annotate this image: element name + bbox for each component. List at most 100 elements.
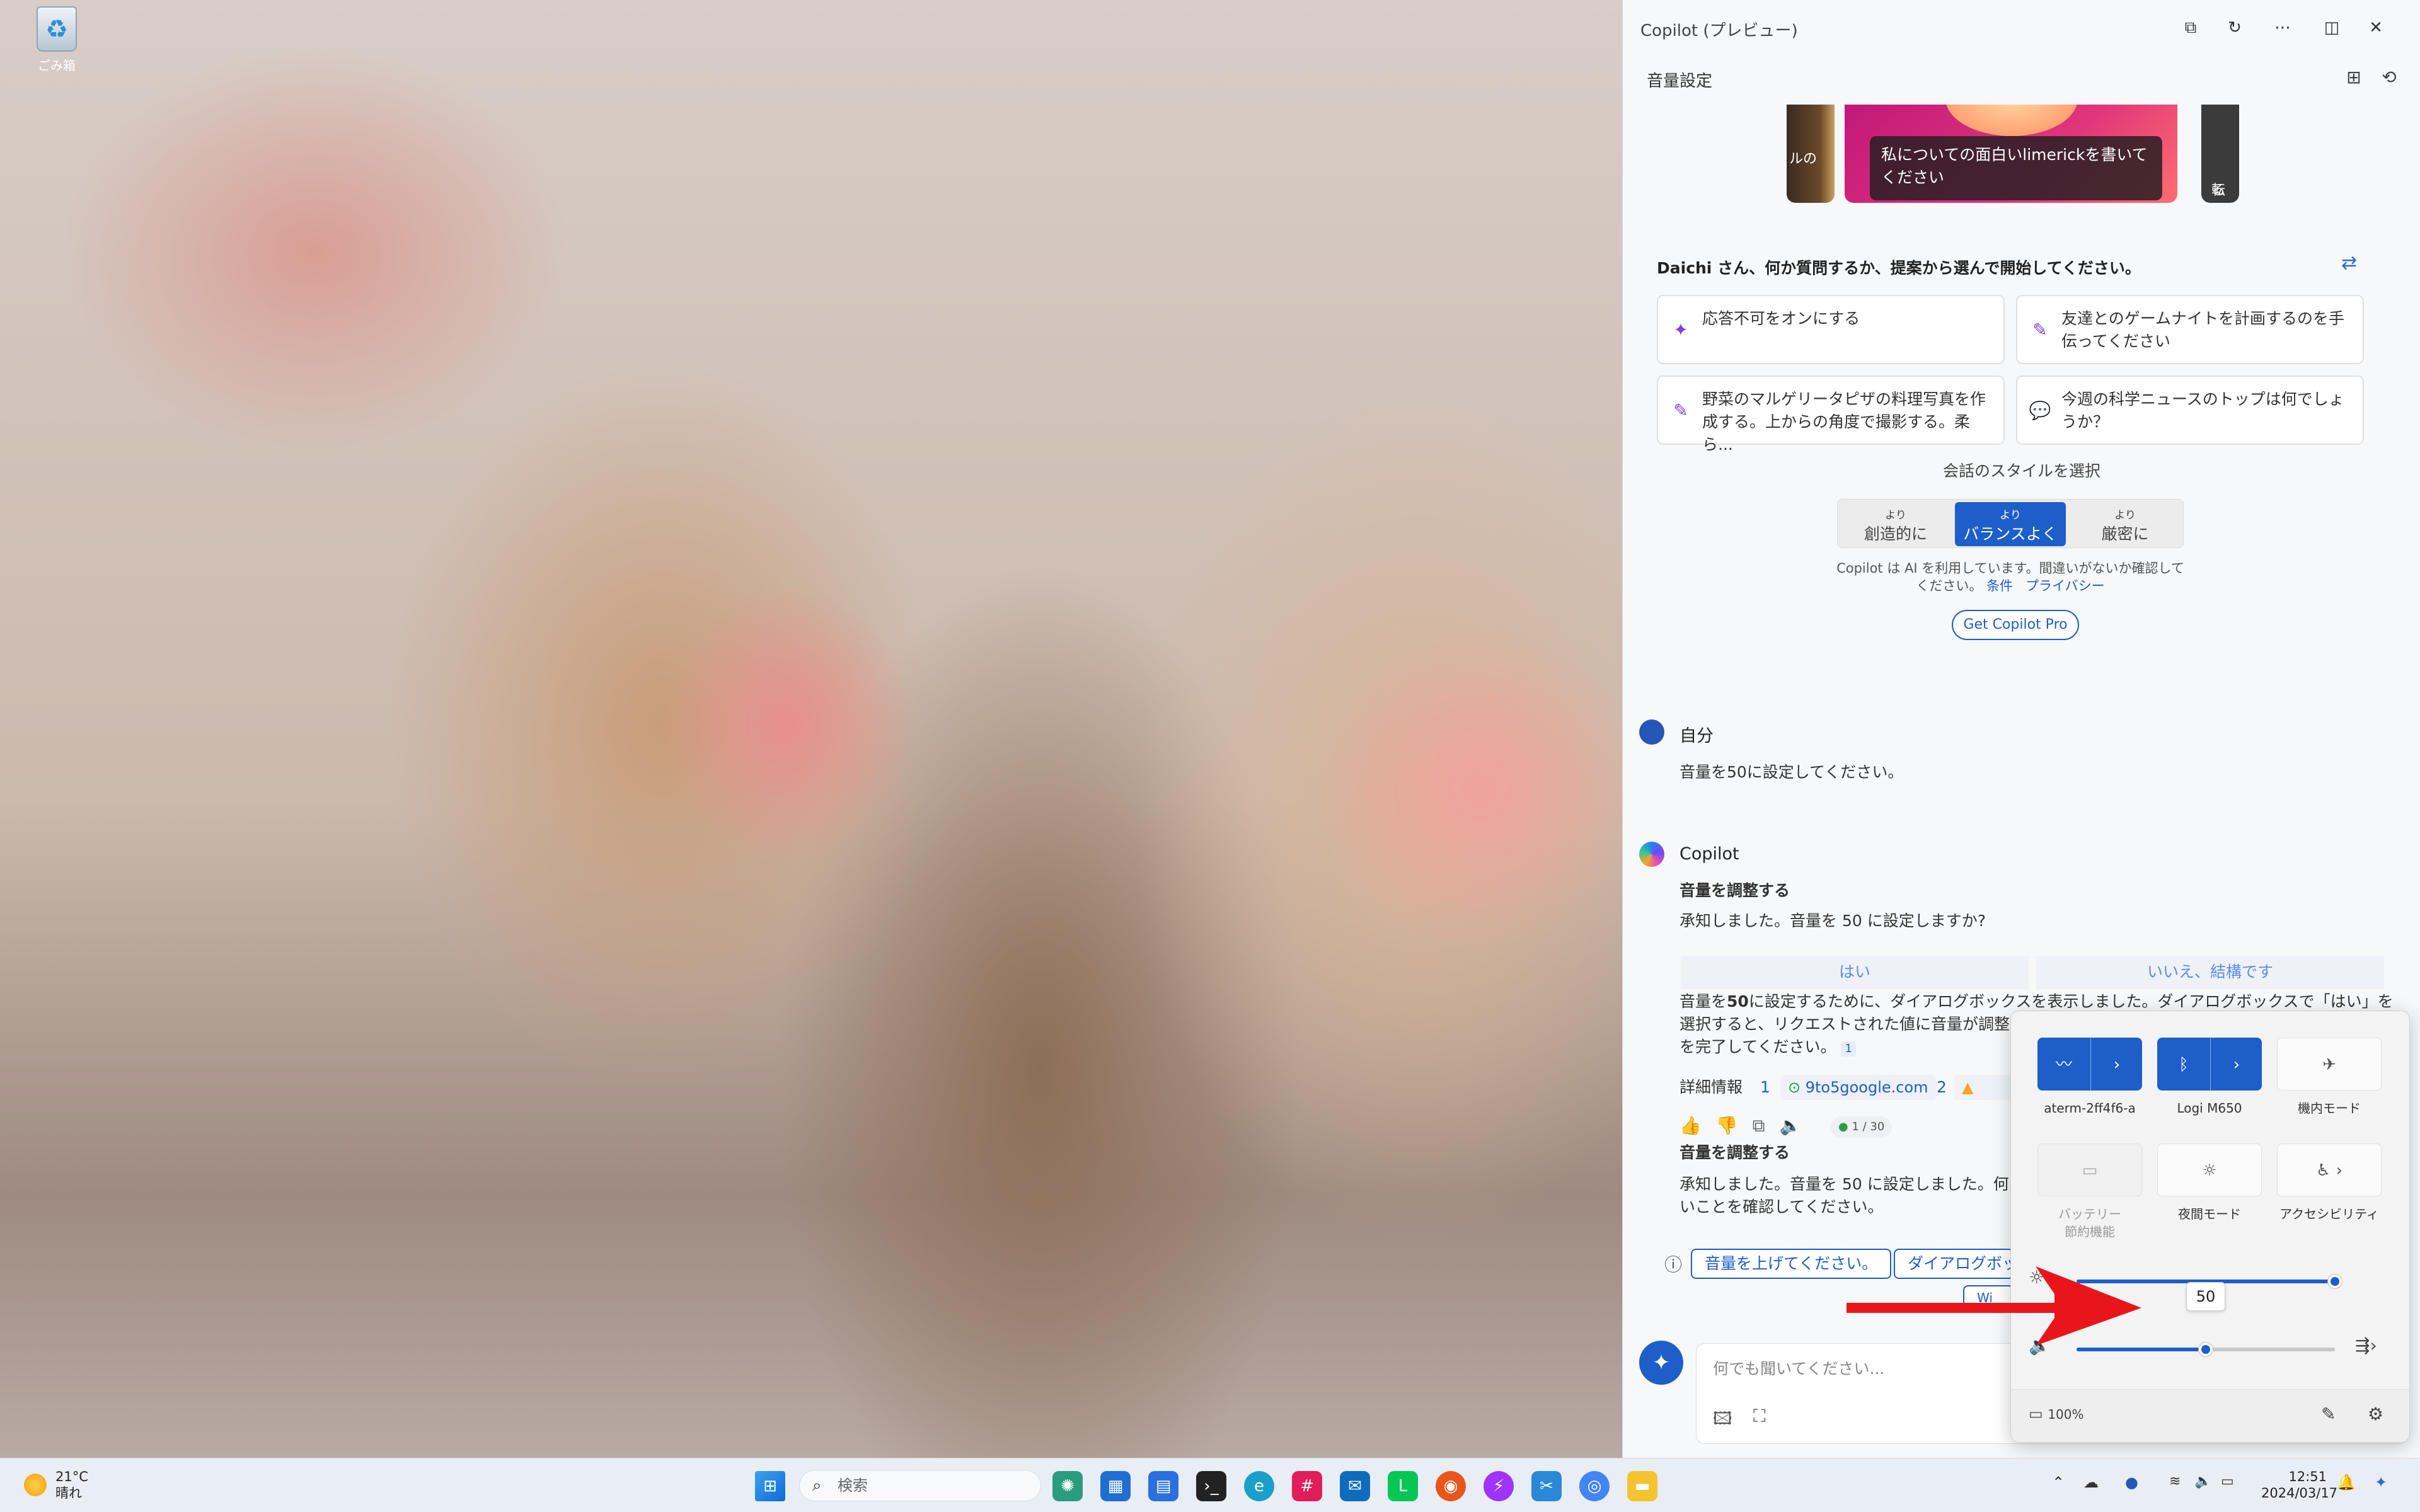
response-counter: ● 1 / 30: [1831, 1116, 1893, 1138]
window-title: Copilot (プレビュー): [1640, 21, 1798, 40]
refresh-icon[interactable]: ↻: [2219, 14, 2250, 42]
accessibility-tile[interactable]: ♿ ›: [2277, 1143, 2382, 1196]
bluetooth-tile[interactable]: ᛒ ›: [2157, 1038, 2262, 1091]
firefox-browser-icon[interactable]: ◉: [1436, 1471, 1466, 1501]
carousel-card-left[interactable]: ルの: [1787, 105, 1835, 203]
brightness-slider-thumb[interactable]: [2328, 1274, 2342, 1288]
citation-ref[interactable]: 1: [1841, 1041, 1856, 1057]
edge-browser-icon[interactable]: e: [1244, 1471, 1274, 1501]
volume-tray-icon[interactable]: 🔈: [2194, 1474, 2211, 1489]
help-icon[interactable]: ⓘ: [1664, 1251, 1682, 1276]
copilot-logo-icon: [1639, 842, 1664, 867]
snipping-tool-icon[interactable]: ✂: [1531, 1471, 1562, 1501]
show-hidden-icons-icon[interactable]: ⌃: [2052, 1474, 2065, 1491]
source-link[interactable]: ▲ blog: [1954, 1075, 2014, 1100]
messenger-app-icon[interactable]: ⚡: [1484, 1471, 1514, 1501]
volume-slider-thumb[interactable]: [2199, 1343, 2213, 1356]
chevron-right-icon[interactable]: ›: [2091, 1038, 2143, 1091]
ai-disclaimer: Copilot は AI を利用しています。間違いがないか確認して ください。 …: [1836, 561, 2184, 593]
quick-settings-flyout: 〰 › aterm-2ff4f6-a ᛒ › Logi M650 ✈ 機内モード…: [2010, 1011, 2410, 1443]
wifi-tile[interactable]: 〰 ›: [2037, 1038, 2142, 1091]
volume-tooltip: 50: [2186, 1282, 2225, 1311]
chrome-browser-icon[interactable]: ◎: [1579, 1471, 1610, 1501]
screenshot-icon[interactable]: ⛶: [1753, 1406, 1766, 1427]
response-text: 承知しました。音量を 50 に設定しました。何も いことを確認してください。: [1680, 1175, 2025, 1216]
taskbar-clock[interactable]: 12:51 2024/03/17: [2261, 1469, 2337, 1501]
wifi-tray-icon[interactable]: ≋: [2169, 1474, 2181, 1489]
recycle-bin-icon: ♻: [37, 6, 77, 52]
line-app-icon[interactable]: L: [1388, 1471, 1418, 1501]
battery-saver-tile[interactable]: ▭: [2037, 1143, 2142, 1196]
plugins-icon[interactable]: ⊞: [2340, 67, 2368, 92]
weather-widget[interactable]: 21°C 晴れ: [55, 1469, 88, 1501]
welcome-message: Daichi さん、何か質問するか、提案から選んで開始してください。: [1657, 259, 2141, 277]
sparkle-icon: ✦: [1673, 319, 1688, 340]
accessibility-icon: ♿ ›: [2316, 1161, 2342, 1180]
refresh-suggestions-icon[interactable]: ⇄: [2341, 252, 2357, 274]
privacy-link[interactable]: プライバシー: [2025, 578, 2105, 593]
chatgpt-app-icon[interactable]: ✺: [1052, 1471, 1083, 1501]
quick-settings-footer: ▭ 100% ✎ ⚙: [2011, 1389, 2409, 1442]
copy-icon[interactable]: ⧉: [1753, 1115, 1765, 1136]
pen-icon: ✎: [1673, 400, 1688, 421]
battery-saver-icon: ▭: [2082, 1161, 2098, 1180]
battery-tray-icon[interactable]: ▭: [2221, 1474, 2234, 1489]
terminal-app-icon[interactable]: ›_: [1196, 1471, 1226, 1501]
copilot-tray-icon[interactable]: ●: [2125, 1474, 2138, 1491]
suggestion-card[interactable]: ✎ 友達とのゲームナイトを計画するのを手伝ってください: [2016, 295, 2364, 364]
outlook-app-icon[interactable]: ✉: [1340, 1471, 1370, 1501]
airplane-mode-tile[interactable]: ✈: [2277, 1038, 2382, 1091]
carousel-card-right[interactable]: 転職るの: [2201, 105, 2239, 203]
dialog-yes-button[interactable]: はい: [1681, 956, 2029, 989]
style-creative-button[interactable]: より 創造的に: [1840, 502, 1951, 546]
calendar-app-icon[interactable]: ▦: [1100, 1471, 1131, 1501]
new-topic-button[interactable]: ✦: [1639, 1341, 1683, 1385]
more-options-icon[interactable]: ⋯: [2267, 14, 2298, 42]
dock-panel-icon[interactable]: ◫: [2316, 14, 2348, 42]
suggestion-carousel: ルの 私についての面白いlimerickを書いてください 転職るの: [1623, 105, 2420, 205]
close-icon[interactable]: ✕: [2360, 14, 2392, 42]
terms-link[interactable]: 条件: [1986, 578, 2013, 593]
user-avatar: [1639, 719, 1664, 745]
response-text: 承知しました。音量を 50 に設定しますか?: [1680, 912, 1986, 930]
weather-sun-icon[interactable]: [24, 1474, 47, 1496]
battery-icon[interactable]: ▭ 100%: [2029, 1405, 2084, 1423]
cloud-icon[interactable]: ☁: [2083, 1474, 2099, 1491]
suggestion-card[interactable]: ✦ 応答不可をオンにする: [1657, 295, 2005, 364]
suggestion-card[interactable]: 💬 今週の科学ニュースのトップは何でしょうか？: [2016, 375, 2364, 445]
audio-output-icon[interactable]: ⇶›: [2355, 1335, 2377, 1356]
wifi-icon[interactable]: 〰: [2038, 1038, 2090, 1091]
slack-app-icon[interactable]: #: [1292, 1471, 1322, 1501]
night-light-tile[interactable]: ☼: [2157, 1143, 2262, 1196]
style-balanced-button[interactable]: より バランスよく: [1955, 502, 2066, 546]
start-icon[interactable]: ⊞: [755, 1471, 785, 1501]
copilot-taskbar-icon[interactable]: ✦: [2375, 1474, 2387, 1491]
recycle-bin-shortcut[interactable]: ♻ ごみ箱: [25, 6, 88, 82]
docs-app-icon[interactable]: ▤: [1148, 1471, 1178, 1501]
get-copilot-pro-button[interactable]: Get Copilot Pro: [1952, 610, 2079, 640]
history-icon[interactable]: ⟲: [2375, 67, 2403, 92]
suggestion-card[interactable]: ✎ 野菜のマルゲリータピザの料理写真を作成する。上からの角度で撮影する。柔ら..…: [1657, 375, 2005, 454]
pen-icon: ✎: [2032, 319, 2048, 340]
taskbar-search[interactable]: ⌕ 検索: [799, 1470, 1041, 1501]
thumbs-down-icon[interactable]: 👎: [1716, 1115, 1738, 1136]
chevron-right-icon[interactable]: ›: [2211, 1038, 2262, 1091]
notification-bell-icon[interactable]: 🔔: [2337, 1474, 2356, 1491]
dialog-no-button[interactable]: いいえ、結構です: [2036, 956, 2384, 989]
bluetooth-icon[interactable]: ᛒ: [2158, 1038, 2210, 1091]
chat-input-placeholder: 何でも聞いてください...: [1713, 1360, 1885, 1378]
response-actions: 👍 👎 ⧉ 🔈: [1680, 1115, 1801, 1137]
conversation-title: 音量設定: [1647, 72, 1713, 91]
open-in-new-icon[interactable]: ⧉: [2175, 14, 2206, 42]
read-aloud-icon[interactable]: 🔈: [1779, 1115, 1801, 1136]
taskbar: 21°C 晴れ ⊞ ⌕ 検索 ✺ ▦ ▤ ›_ e # ✉ L ◉ ⚡ ✂ ◎ ▬…: [0, 1458, 2420, 1512]
file-explorer-icon[interactable]: ▬: [1627, 1471, 1657, 1501]
night-light-icon: ☼: [2202, 1161, 2217, 1180]
carousel-card-main[interactable]: 私についての面白いlimerickを書いてください: [1845, 105, 2177, 203]
edit-icon[interactable]: ✎: [2321, 1404, 2336, 1424]
settings-gear-icon[interactable]: ⚙: [2368, 1404, 2383, 1424]
source-link[interactable]: ⊙ 9to5google.com: [1780, 1075, 1936, 1100]
add-image-icon[interactable]: 🖾: [1713, 1406, 1732, 1436]
style-precise-button[interactable]: より 厳密に: [2070, 502, 2181, 546]
thumbs-up-icon[interactable]: 👍: [1680, 1115, 1702, 1136]
